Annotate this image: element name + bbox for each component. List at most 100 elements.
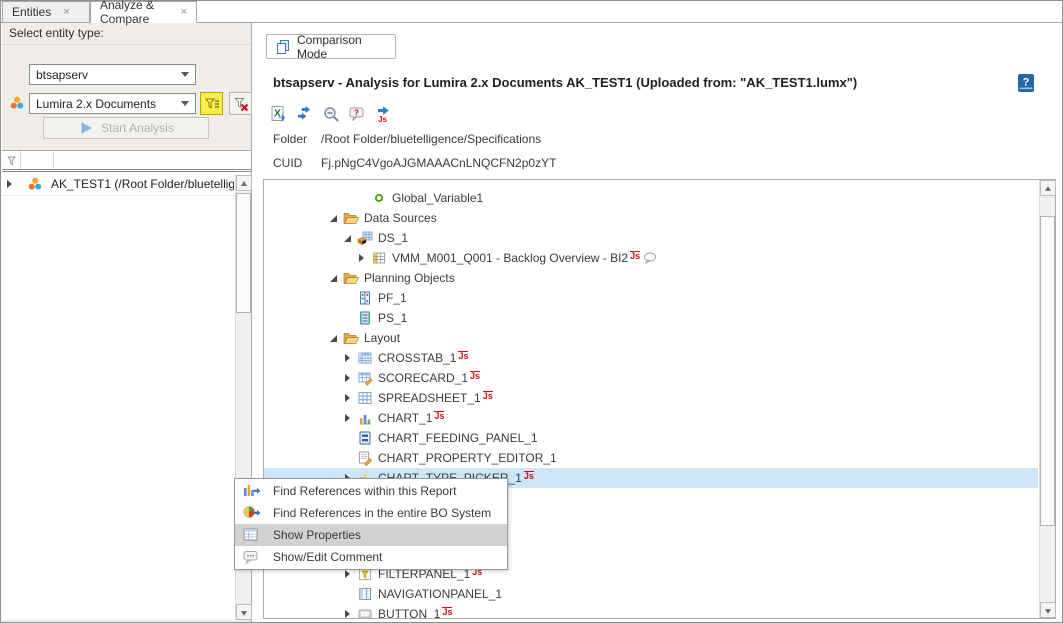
- tree-item-label: DS_1: [378, 231, 408, 245]
- js-marker: Js: [442, 607, 452, 617]
- find-ref-system-icon: [242, 504, 260, 522]
- tree-row[interactable]: SCORECARD_1Js: [264, 368, 1038, 388]
- context-menu-item[interactable]: Find References within this Report: [235, 480, 507, 502]
- tree-item-label: SPREADSHEET_1: [378, 391, 481, 405]
- tree-scrollbar[interactable]: [1039, 180, 1055, 618]
- scroll-up-button[interactable]: [1040, 180, 1056, 196]
- zoom-out-button[interactable]: [321, 104, 341, 124]
- tree-row[interactable]: PF_1: [264, 288, 1038, 308]
- tree-row[interactable]: PS_1: [264, 308, 1038, 328]
- tree-row[interactable]: Planning Objects: [264, 268, 1038, 288]
- help-icon[interactable]: ?: [1017, 73, 1035, 93]
- list-filter-row[interactable]: [2, 151, 251, 172]
- entity-type-dropdown[interactable]: Lumira 2.x Documents: [29, 93, 196, 114]
- tree-row[interactable]: VMM_M001_Q001 - Backlog Overview - BI2Js: [264, 248, 1038, 268]
- analysis-toolbar: X? Js: [269, 104, 393, 124]
- tree-row[interactable]: CROSSTAB_1Js: [264, 348, 1038, 368]
- context-menu-item[interactable]: Show/Edit Comment: [235, 546, 507, 568]
- tree-item-label: CROSSTAB_1: [378, 351, 456, 365]
- spreadsheet-icon: [357, 390, 373, 406]
- tab-strip: Entities × Analyze & Compare ×: [1, 1, 1062, 23]
- context-menu-item-label: Find References in the entire BO System: [273, 506, 491, 520]
- goto-js-icon: Js: [374, 105, 393, 124]
- expand-all-button[interactable]: [295, 104, 315, 124]
- scroll-up-button[interactable]: [236, 175, 252, 191]
- comparison-mode-icon: [275, 39, 291, 55]
- chevron-down-icon: [181, 101, 189, 106]
- tree-item-label: VMM_M001_Q001 - Backlog Overview - BI2: [392, 251, 628, 265]
- filter-funnel-icon: [6, 155, 17, 166]
- tab-analyze-compare[interactable]: Analyze & Compare ×: [90, 1, 197, 23]
- tree-expand-arrow[interactable]: [342, 372, 355, 384]
- filter-set-button[interactable]: [200, 92, 223, 115]
- tree-expand-arrow[interactable]: [342, 232, 355, 244]
- goto-js-button[interactable]: Js: [373, 104, 393, 124]
- planning-function-icon: [357, 290, 373, 306]
- folder-label: Folder: [273, 132, 307, 146]
- row-expand-arrow[interactable]: [4, 178, 17, 190]
- tab-analyze-compare-close-icon[interactable]: ×: [181, 7, 187, 18]
- tree-item-label: CHART_PROPERTY_EDITOR_1: [378, 451, 557, 465]
- list-item[interactable]: AK_TEST1 (/Root Folder/bluetelligenc: [2, 172, 234, 196]
- tab-entities-close-icon[interactable]: ×: [63, 7, 69, 18]
- tree-expand-arrow[interactable]: [342, 412, 355, 424]
- tree-arrow-spacer: [342, 432, 355, 444]
- export-excel-icon: X: [270, 105, 289, 124]
- entity-type-icon: [9, 95, 25, 111]
- entity-type-dropdown-value: Lumira 2.x Documents: [36, 97, 181, 111]
- folder-value: /Root Folder/bluetelligence/Specificatio…: [321, 132, 541, 146]
- tree-expand-arrow[interactable]: [328, 212, 341, 224]
- context-menu-item[interactable]: Find References in the entire BO System: [235, 502, 507, 524]
- scroll-thumb[interactable]: [236, 193, 251, 313]
- tree-expand-arrow[interactable]: [328, 272, 341, 284]
- tab-entities-label: Entities: [12, 5, 51, 19]
- button-icon: [357, 606, 373, 618]
- cuid-label: CUID: [273, 156, 302, 170]
- tree-item-label: Planning Objects: [364, 271, 455, 285]
- list-item-label: AK_TEST1 (/Root Folder/bluetelligenc: [51, 177, 234, 191]
- tree-row[interactable]: CHART_1Js: [264, 408, 1038, 428]
- tree-row[interactable]: CHART_PROPERTY_EDITOR_1: [264, 448, 1038, 468]
- tree-item-label: Layout: [364, 331, 400, 345]
- context-menu-item[interactable]: Show Properties: [235, 524, 507, 546]
- scroll-down-button[interactable]: [236, 604, 252, 620]
- tree-item-label: CHART_FEEDING_PANEL_1: [378, 431, 538, 445]
- system-dropdown[interactable]: btsapserv: [29, 64, 196, 85]
- tree-expand-arrow[interactable]: [356, 252, 369, 264]
- datasource-icon: [357, 230, 373, 246]
- tree-item-label: Data Sources: [364, 211, 437, 225]
- entity-selection-panel: Select entity type: btsapserv Lumira 2.x…: [2, 23, 252, 623]
- tree-expand-arrow[interactable]: [342, 352, 355, 364]
- tree-expand-arrow[interactable]: [342, 608, 355, 618]
- chart-feeding-panel-icon: [357, 430, 373, 446]
- tree-row[interactable]: CHART_FEEDING_PANEL_1: [264, 428, 1038, 448]
- tree-arrow-spacer: [342, 292, 355, 304]
- scroll-thumb[interactable]: [1040, 216, 1055, 526]
- tree-row[interactable]: DS_1: [264, 228, 1038, 248]
- tree-row[interactable]: Layout: [264, 328, 1038, 348]
- tree-row[interactable]: Global_Variable1: [264, 188, 1038, 208]
- comment-icon: [242, 548, 260, 566]
- js-marker: Js: [630, 251, 640, 261]
- tree-item-label: CHART_1: [378, 411, 432, 425]
- tree-expand-arrow[interactable]: [342, 392, 355, 404]
- list-filter-cell[interactable]: [21, 151, 54, 169]
- filter-clear-button[interactable]: [229, 92, 252, 115]
- js-marker: Js: [434, 411, 444, 421]
- js-marker: Js: [524, 471, 534, 481]
- comment-bubble-icon: [642, 250, 658, 266]
- tab-entities[interactable]: Entities ×: [2, 1, 90, 23]
- start-analysis-button[interactable]: Start Analysis: [43, 117, 209, 139]
- tree-row[interactable]: BUTTON_1Js: [264, 604, 1038, 618]
- tree-row[interactable]: NAVIGATIONPANEL_1: [264, 584, 1038, 604]
- tree-expand-arrow[interactable]: [328, 332, 341, 344]
- analysis-title: btsapserv - Analysis for Lumira 2.x Docu…: [273, 75, 857, 90]
- scroll-down-button[interactable]: [1040, 602, 1056, 618]
- tree-row[interactable]: Data Sources: [264, 208, 1038, 228]
- tree-row[interactable]: SPREADSHEET_1Js: [264, 388, 1038, 408]
- show-properties-icon: [242, 526, 260, 544]
- folder-open-icon: [343, 330, 359, 346]
- comment-question-button[interactable]: ?: [347, 104, 367, 124]
- comparison-mode-button[interactable]: Comparison Mode: [266, 34, 396, 59]
- export-excel-button[interactable]: X: [269, 104, 289, 124]
